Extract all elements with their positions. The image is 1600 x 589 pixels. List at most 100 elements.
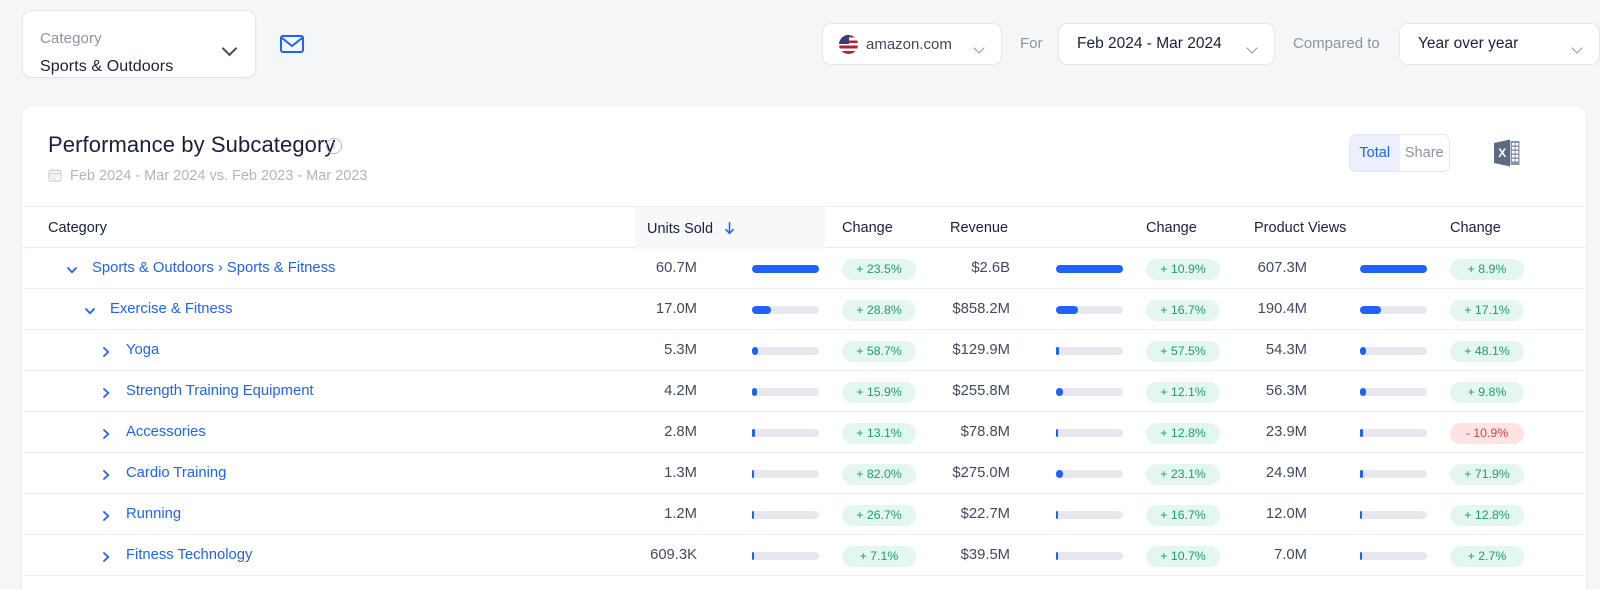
cell-units-sold: 1.3M <box>664 465 697 481</box>
calendar-icon <box>48 168 62 182</box>
units-sold-bar-fill <box>752 429 756 437</box>
compared-to-label: Compared to <box>1293 35 1380 52</box>
status-badge-positive: + 2.7% <box>1450 546 1524 567</box>
row-category-link[interactable]: Cardio Training <box>126 465 226 481</box>
date-comparison-subtitle: Feb 2024 - Mar 2024 vs. Feb 2023 - Mar 2… <box>70 168 368 184</box>
product-views-bar-track <box>1360 347 1427 355</box>
chevron-down-icon <box>221 40 238 59</box>
chevron-down-icon <box>973 39 985 57</box>
table-row[interactable]: Running 1.2M + 26.7% $22.7M + 16.7% 12.0… <box>22 494 1586 535</box>
cell-revenue: $2.6B <box>971 260 1010 276</box>
marketplace-dropdown[interactable]: amazon.com <box>822 23 1002 65</box>
product-views-bar-track <box>1360 265 1427 273</box>
cell-product-views: 54.3M <box>1265 342 1307 358</box>
product-views-bar-fill <box>1360 265 1427 273</box>
table-row[interactable]: Strength Training Equipment 4.2M + 15.9%… <box>22 371 1586 412</box>
cell-product-views: 23.9M <box>1265 424 1307 440</box>
units-sold-bar-track <box>752 265 819 273</box>
units-sold-bar-track <box>752 511 819 519</box>
view-mode-toggle[interactable]: Total Share <box>1349 134 1450 172</box>
column-header-units-change[interactable]: Change <box>842 220 893 236</box>
revenue-bar-track <box>1056 265 1123 273</box>
comparison-value: Year over year <box>1418 35 1519 52</box>
row-expand-toggle[interactable] <box>100 468 112 480</box>
category-filter-dropdown[interactable]: Category Sports & Outdoors <box>22 10 256 78</box>
status-badge-positive: + 71.9% <box>1450 464 1524 485</box>
revenue-bar-track <box>1056 470 1123 478</box>
row-expand-toggle[interactable] <box>100 386 112 398</box>
column-header-units-sold[interactable]: Units Sold <box>647 220 735 237</box>
row-expand-toggle[interactable] <box>100 427 112 439</box>
comparison-dropdown[interactable]: Year over year <box>1399 23 1600 65</box>
table-row[interactable]: Yoga 5.3M + 58.7% $129.9M + 57.5% 54.3M … <box>22 330 1586 371</box>
app-root: Category Sports & Outdoors amazon.com Fo… <box>0 0 1600 589</box>
column-header-category[interactable]: Category <box>48 220 107 236</box>
global-filter-bar: Category Sports & Outdoors amazon.com Fo… <box>0 0 1600 90</box>
row-category-link[interactable]: Yoga <box>126 342 159 358</box>
units-sold-bar-track <box>752 347 819 355</box>
status-badge-positive: + 9.8% <box>1450 382 1524 403</box>
row-expand-toggle[interactable] <box>84 304 96 316</box>
row-category-link[interactable]: Running <box>126 506 181 522</box>
cell-units-sold: 5.3M <box>664 342 697 358</box>
column-header-revenue-change[interactable]: Change <box>1146 220 1197 236</box>
row-expand-toggle[interactable] <box>100 550 112 562</box>
row-category-link[interactable]: Sports & Outdoors › Sports & Fitness <box>92 260 335 276</box>
performance-card: Performance by Subcategory i Feb 2024 - … <box>22 106 1586 589</box>
units-sold-bar-track <box>752 552 819 560</box>
cell-product-views: 607.3M <box>1257 260 1307 276</box>
cell-product-views: 190.4M <box>1257 301 1307 317</box>
table-row[interactable]: Accessories 2.8M + 13.1% $78.8M + 12.8% … <box>22 412 1586 453</box>
cell-units-sold: 4.2M <box>664 383 697 399</box>
excel-export-icon[interactable]: X <box>1493 134 1523 172</box>
table-row[interactable]: Exercise & Fitness 17.0M + 28.8% $858.2M… <box>22 289 1586 330</box>
arrow-down-icon <box>724 222 735 239</box>
table-header-row: Category Units Sold Change Revenue Chang… <box>22 206 1586 249</box>
cell-units-sold: 609.3K <box>650 547 697 563</box>
toggle-option-total[interactable]: Total <box>1350 135 1400 171</box>
product-views-bar-fill <box>1360 470 1363 478</box>
product-views-bar-track <box>1360 470 1427 478</box>
table-row[interactable]: Fitness Technology 609.3K + 7.1% $39.5M … <box>22 535 1586 576</box>
column-header-product-views[interactable]: Product Views <box>1254 220 1346 236</box>
revenue-bar-fill <box>1056 511 1058 519</box>
for-label: For <box>1020 35 1043 52</box>
product-views-bar-track <box>1360 388 1427 396</box>
status-badge-positive: + 17.1% <box>1450 300 1524 321</box>
date-range-dropdown[interactable]: Feb 2024 - Mar 2024 <box>1058 23 1275 65</box>
cell-revenue: $275.0M <box>952 465 1010 481</box>
row-expand-toggle[interactable] <box>100 345 112 357</box>
column-header-views-change[interactable]: Change <box>1450 220 1501 236</box>
cell-revenue: $22.7M <box>960 506 1010 522</box>
row-expand-toggle[interactable] <box>100 509 112 521</box>
cell-product-views: 12.0M <box>1265 506 1307 522</box>
revenue-bar-fill <box>1056 347 1060 355</box>
cell-units-sold: 1.2M <box>664 506 697 522</box>
cell-product-views: 24.9M <box>1265 465 1307 481</box>
row-category-link[interactable]: Strength Training Equipment <box>126 383 314 399</box>
product-views-bar-fill <box>1360 511 1362 519</box>
row-category-link[interactable]: Exercise & Fitness <box>110 301 233 317</box>
row-category-link[interactable]: Accessories <box>126 424 206 440</box>
row-expand-toggle[interactable] <box>66 263 78 275</box>
category-filter-label: Category <box>40 30 102 47</box>
cell-units-sold: 60.7M <box>655 260 697 276</box>
product-views-bar-track <box>1360 429 1427 437</box>
table-row[interactable]: Cardio Training 1.3M + 82.0% $275.0M + 2… <box>22 453 1586 494</box>
info-icon[interactable]: i <box>326 138 342 154</box>
row-category-link[interactable]: Fitness Technology <box>126 547 252 563</box>
cell-product-views: 56.3M <box>1265 383 1307 399</box>
marketplace-value: amazon.com <box>866 35 952 53</box>
toggle-option-share[interactable]: Share <box>1399 135 1449 171</box>
revenue-bar-track <box>1056 429 1123 437</box>
revenue-bar-fill <box>1056 388 1063 396</box>
chevron-down-icon <box>1571 39 1583 57</box>
units-sold-bar-fill <box>752 511 754 519</box>
revenue-bar-track <box>1056 552 1123 560</box>
status-badge-negative: - 10.9% <box>1450 423 1524 444</box>
column-header-revenue[interactable]: Revenue <box>950 220 1008 236</box>
svg-text:X: X <box>1498 146 1506 160</box>
status-badge-positive: + 8.9% <box>1450 259 1524 280</box>
mail-icon[interactable] <box>279 33 305 55</box>
table-row[interactable]: Sports & Outdoors › Sports & Fitness 60.… <box>22 248 1586 289</box>
